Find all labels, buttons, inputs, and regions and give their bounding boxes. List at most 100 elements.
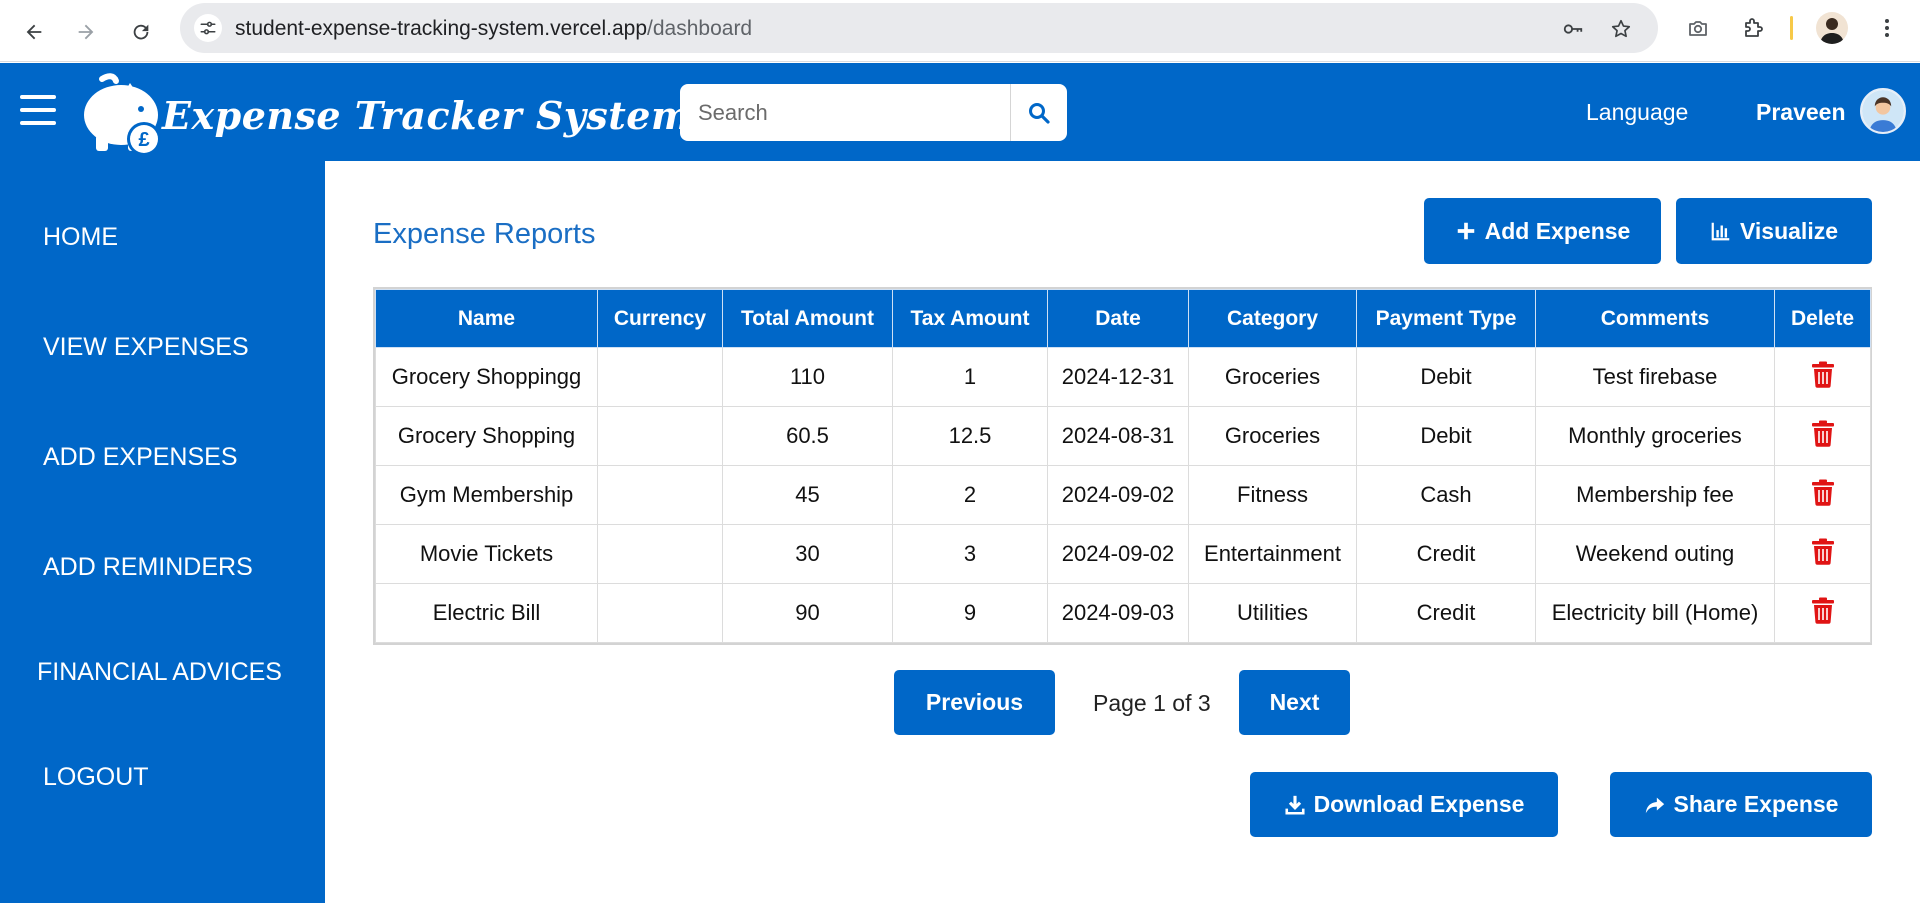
forward-button[interactable]	[66, 12, 106, 52]
arrow-right-icon	[78, 24, 94, 40]
cell-comments: Membership fee	[1535, 465, 1775, 525]
next-label: Next	[1269, 689, 1320, 715]
column-header-date: Date	[1047, 289, 1189, 348]
cell-delete	[1774, 347, 1871, 407]
add-expense-label: Add Expense	[1484, 217, 1631, 244]
arrow-left-icon	[26, 24, 42, 40]
cell-date: 2024-09-02	[1047, 524, 1189, 584]
table-row: Grocery Shoppingg 110 1 2024-12-31 Groce…	[375, 347, 1871, 407]
search-button[interactable]	[1010, 84, 1067, 141]
add-expense-button[interactable]: Add Expense	[1424, 198, 1661, 264]
hamburger-line	[20, 121, 56, 125]
star-icon	[1611, 19, 1631, 38]
column-header-payment-type: Payment Type	[1356, 289, 1536, 348]
bar-chart-icon	[1711, 222, 1730, 241]
screenshot-button[interactable]	[1683, 13, 1713, 43]
tune-icon	[200, 21, 216, 35]
person-icon	[1820, 18, 1844, 44]
reload-button[interactable]	[121, 12, 161, 52]
previous-page-button[interactable]: Previous	[894, 670, 1055, 735]
browser-menu-button[interactable]	[1872, 13, 1902, 43]
column-header-currency: Currency	[597, 289, 723, 348]
password-key-button[interactable]	[1560, 16, 1586, 42]
cell-delete	[1774, 406, 1871, 466]
delete-row-button[interactable]	[1811, 420, 1835, 447]
hamburger-line	[20, 108, 56, 112]
username[interactable]: Praveen	[1756, 99, 1846, 126]
cell-category: Groceries	[1188, 347, 1357, 407]
sidebar-item-view-expenses[interactable]: VIEW EXPENSES	[43, 333, 249, 362]
back-button[interactable]	[14, 12, 54, 52]
column-header-total-amount: Total Amount	[722, 289, 893, 348]
site-settings-button[interactable]	[194, 14, 222, 42]
profile-avatar[interactable]	[1816, 12, 1848, 44]
cell-total-amount: 30	[722, 524, 893, 584]
cell-total-amount: 90	[722, 583, 893, 643]
cell-currency	[597, 406, 723, 466]
search-icon	[1029, 102, 1050, 124]
column-header-name: Name	[375, 289, 598, 348]
download-icon	[1285, 795, 1305, 815]
sidebar-item-logout[interactable]: LOGOUT	[43, 763, 149, 792]
next-page-button[interactable]: Next	[1239, 670, 1350, 735]
page-indicator: Page 1 of 3	[1093, 690, 1211, 716]
cell-date: 2024-08-31	[1047, 406, 1189, 466]
sidebar-item-home[interactable]: HOME	[43, 223, 118, 252]
previous-label: Previous	[925, 689, 1024, 715]
expense-table-grid: Name Currency Total Amount Tax Amount Da…	[375, 289, 1871, 643]
table-row: Movie Tickets 30 3 2024-09-02 Entertainm…	[375, 524, 1871, 584]
cell-payment-type: Credit	[1356, 583, 1536, 643]
cell-total-amount: 110	[722, 347, 893, 407]
menu-toggle-button[interactable]	[20, 95, 56, 125]
search-input[interactable]	[680, 84, 1010, 141]
plus-icon	[1457, 222, 1474, 240]
language-selector[interactable]: Language	[1586, 99, 1688, 126]
user-avatar[interactable]	[1860, 88, 1906, 134]
cell-currency	[597, 347, 723, 407]
delete-row-button[interactable]	[1811, 597, 1835, 624]
share-icon	[1645, 797, 1664, 813]
visualize-button[interactable]: Visualize	[1676, 198, 1872, 264]
download-expense-button[interactable]: Download Expense	[1250, 772, 1558, 837]
column-header-delete: Delete	[1774, 289, 1871, 348]
cell-name: Movie Tickets	[375, 524, 598, 584]
sidebar: HOME VIEW EXPENSES ADD EXPENSES ADD REMI…	[0, 161, 325, 903]
cell-payment-type: Cash	[1356, 465, 1536, 525]
trash-icon	[1811, 420, 1834, 447]
delete-row-button[interactable]	[1811, 361, 1835, 388]
svg-text:£: £	[138, 129, 149, 151]
cell-currency	[597, 524, 723, 584]
cell-category: Fitness	[1188, 465, 1357, 525]
delete-row-button[interactable]	[1811, 538, 1835, 565]
piggy-bank-logo-icon: £	[84, 73, 161, 156]
cell-tax-amount: 3	[892, 524, 1048, 584]
cell-tax-amount: 1	[892, 347, 1048, 407]
cell-currency	[597, 465, 723, 525]
cell-comments: Electricity bill (Home)	[1535, 583, 1775, 643]
cell-payment-type: Debit	[1356, 347, 1536, 407]
cell-date: 2024-09-03	[1047, 583, 1189, 643]
camera-icon	[1689, 21, 1707, 36]
table-row: Grocery Shopping 60.5 12.5 2024-08-31 Gr…	[375, 406, 1871, 466]
share-expense-button[interactable]: Share Expense	[1610, 772, 1872, 837]
sidebar-item-financial-advices[interactable]: FINANCIAL ADVICES	[37, 658, 282, 687]
trash-icon	[1811, 361, 1834, 388]
url-text[interactable]: student-expense-tracking-system.vercel.a…	[235, 17, 752, 41]
delete-row-button[interactable]	[1811, 479, 1835, 506]
table-row: Electric Bill 90 9 2024-09-03 Utilities …	[375, 583, 1871, 643]
trash-icon	[1811, 479, 1834, 506]
address-bar[interactable]: student-expense-tracking-system.vercel.a…	[180, 3, 1658, 53]
sidebar-item-add-expenses[interactable]: ADD EXPENSES	[43, 443, 238, 472]
cell-category: Utilities	[1188, 583, 1357, 643]
reload-icon	[133, 24, 149, 40]
extensions-button[interactable]	[1738, 13, 1768, 43]
cell-comments: Weekend outing	[1535, 524, 1775, 584]
cell-payment-type: Debit	[1356, 406, 1536, 466]
trash-icon	[1811, 538, 1834, 565]
bookmark-button[interactable]	[1608, 16, 1634, 42]
cell-delete	[1774, 583, 1871, 643]
cell-name: Grocery Shopping	[375, 406, 598, 466]
sidebar-item-add-reminders[interactable]: ADD REMINDERS	[43, 553, 253, 582]
key-icon	[1563, 24, 1583, 34]
column-header-tax-amount: Tax Amount	[892, 289, 1048, 348]
